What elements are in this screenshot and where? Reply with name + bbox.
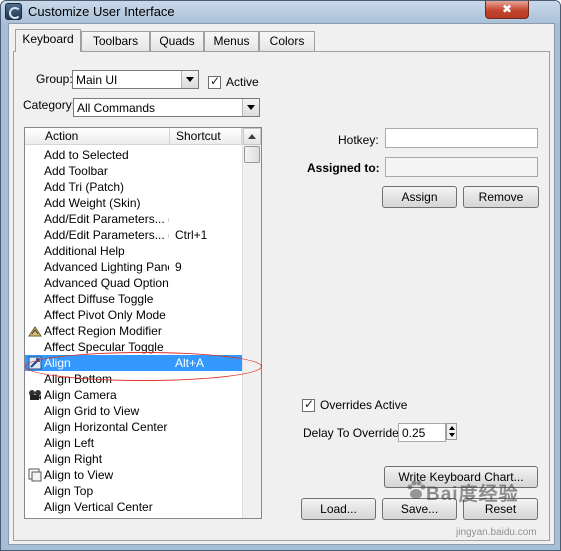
action-cell: Align [44,356,71,370]
list-row[interactable]: Affect Specular Toggle [25,339,242,355]
overrides-active-checkbox[interactable] [302,397,315,412]
list-scrollbar[interactable] [242,128,261,518]
group-value: Main UI [76,73,118,87]
actions-rows: Add to Selected Add Toolbar Add Tri (Patch… [25,147,242,515]
list-row[interactable]: Affect Diffuse Toggle [25,291,242,307]
action-cell: Affect Specular Toggle [44,340,164,354]
category-dropdown[interactable]: All Commands [73,98,260,117]
tab-colors[interactable]: Colors [259,31,315,51]
action-cell: Add to Selected [44,148,129,162]
column-header-action[interactable]: Action [25,128,170,145]
active-label: Active [226,75,259,89]
list-row[interactable]: Add Tri (Patch) [25,179,242,195]
list-row[interactable]: Align Left [25,435,242,451]
action-cell: Align Horizontal Center [44,420,168,434]
baidu-paw-icon [407,480,426,499]
load-button[interactable]: Load... [301,498,376,520]
list-row[interactable]: Align to View [25,467,242,483]
shortcut-cell: 9 [175,260,182,274]
affect-region-icon [28,324,42,338]
list-row[interactable]: Align Right [25,451,242,467]
scroll-thumb[interactable] [244,146,260,163]
watermark-url: jingyan.baidu.com [456,527,537,538]
action-cell: Align to View [44,468,114,482]
list-row[interactable]: Align Alt+A [25,355,242,371]
list-row[interactable]: Affect Pivot Only Mode ... [25,307,242,323]
action-cell: Affect Pivot Only Mode ... [44,308,169,322]
list-row[interactable]: Add Weight (Skin) [25,195,242,211]
align-to-view-icon [28,468,42,482]
customize-ui-window: Customize User Interface ✖ Keyboard Tool… [0,0,561,551]
action-cell: Add/Edit Parameters... ( [44,212,169,226]
hotkey-input[interactable] [385,128,538,148]
delay-to-override-label: Delay To Override: [303,426,403,440]
action-cell: Add Tri (Patch) [44,180,125,194]
tab-quads[interactable]: Quads [150,31,204,51]
list-row[interactable]: Align Vertical Center [25,499,242,515]
hotkey-label: Hotkey: [338,133,379,147]
action-cell: Advanced Lighting Panel [44,260,169,274]
category-label: Category: [23,98,76,112]
assigned-to-field [385,157,538,177]
active-checkbox[interactable] [208,74,221,89]
list-row[interactable]: Align Horizontal Center [25,419,242,435]
close-button[interactable]: ✖ [485,1,529,19]
list-row[interactable]: Affect Region Modifier [25,323,242,339]
window-title: Customize User Interface [28,4,175,19]
list-row[interactable]: Additional Help [25,243,242,259]
tab-menus[interactable]: Menus [204,31,259,51]
assigned-to-label: Assigned to: [307,161,380,175]
chevron-down-icon[interactable] [181,71,198,88]
actions-listbox[interactable]: Action Shortcut Add to Selected Add Toolb… [24,127,262,519]
tab-keyboard[interactable]: Keyboard [15,29,81,52]
action-cell: Align Grid to View [44,404,140,418]
shortcut-cell: Alt+A [175,356,205,370]
action-cell: Align Top [44,484,94,498]
title-bar[interactable]: Customize User Interface ✖ [1,1,560,23]
list-header: Action Shortcut [25,128,242,145]
remove-button[interactable]: Remove [463,186,539,208]
list-row[interactable]: Align Top [25,483,242,499]
dialog-body: Keyboard Toolbars Quads Menus Colors Gro… [8,23,555,545]
delay-to-override-input[interactable]: 0.25 [398,423,446,442]
list-row[interactable]: Add/Edit Parameters... ( [25,211,242,227]
list-row[interactable]: Add Toolbar [25,163,242,179]
action-cell: Add Weight (Skin) [44,196,141,210]
assign-button[interactable]: Assign [382,186,457,208]
action-cell: Affect Region Modifier [44,324,162,338]
action-cell: Add Toolbar [44,164,108,178]
action-cell: Affect Diffuse Toggle [44,292,154,306]
action-cell: Align Camera [44,388,117,402]
list-row[interactable]: Align Bottom [25,371,242,387]
scroll-up-icon[interactable] [243,128,261,145]
align-camera-icon [28,388,42,402]
watermark-logo: Bai度经验 [426,484,519,505]
action-cell: Additional Help [44,244,125,258]
chevron-down-icon[interactable] [242,99,259,116]
action-cell: Align Left [44,436,95,450]
list-row[interactable]: Add/Edit Parameters... ( Ctrl+1 [25,227,242,243]
list-row[interactable]: Advanced Quad Option... [25,275,242,291]
group-dropdown[interactable]: Main UI [72,70,199,89]
list-row[interactable]: Add to Selected [25,147,242,163]
list-row[interactable]: Align Grid to View [25,403,242,419]
list-row[interactable]: Advanced Lighting Panel 9 [25,259,242,275]
group-label: Group: [36,72,73,86]
action-cell: Advanced Quad Option... [44,276,169,290]
action-cell: Align Right [44,452,103,466]
action-cell: Align Bottom [44,372,113,386]
delay-value: 0.25 [402,426,426,440]
category-value: All Commands [77,101,156,115]
list-row[interactable]: Align Camera [25,387,242,403]
overrides-active-label: Overrides Active [320,398,408,412]
action-cell: Align Vertical Center [44,500,153,514]
shortcut-cell: Ctrl+1 [175,228,208,242]
3dsmax-app-icon [5,3,22,20]
action-cell: Add/Edit Parameters... ( [44,228,169,242]
tab-toolbars[interactable]: Toolbars [81,31,150,51]
align-icon [28,356,42,370]
delay-spinner[interactable] [446,423,457,440]
column-header-shortcut[interactable]: Shortcut [170,128,242,145]
